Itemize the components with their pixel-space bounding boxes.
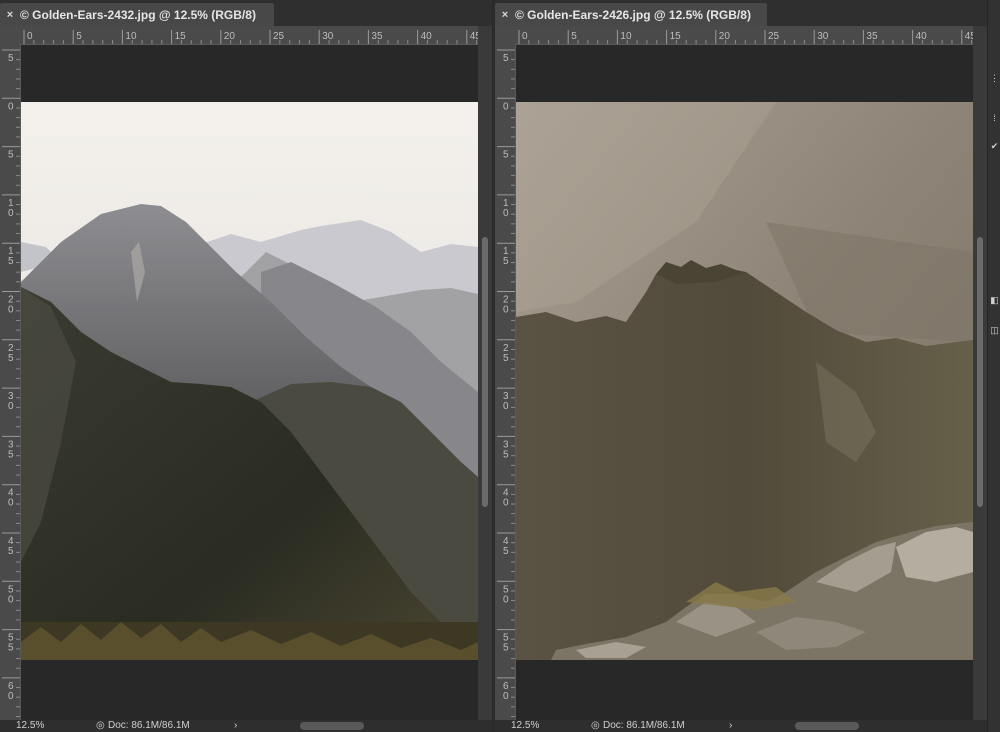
- ruler-left-label: 5: [8, 449, 14, 460]
- ruler-left-label: 0: [503, 498, 509, 509]
- close-tab-icon[interactable]: ×: [0, 9, 20, 21]
- vertical-ruler[interactable]: 5051015202530354045505560: [0, 44, 21, 720]
- ruler-left-label: 5: [8, 256, 14, 267]
- ruler-left-label: 5: [503, 353, 509, 364]
- document-canvas[interactable]: [21, 45, 478, 720]
- doc-info-icon[interactable]: ◎: [96, 720, 105, 732]
- vertical-scroll-thumb[interactable]: [977, 237, 983, 507]
- ruler-left-label: 0: [8, 594, 14, 605]
- ruler-top-label: 40: [916, 31, 928, 42]
- ruler-top-label: 35: [371, 31, 383, 42]
- ruler-left-label: 0: [8, 101, 14, 112]
- side-panel-dock: ⋮ ⁞ ✔ ◧ ◫: [987, 0, 1000, 732]
- document-tab-title: © Golden-Ears-2432.jpg @ 12.5% (RGB/8): [20, 7, 256, 22]
- ruler-left-label: 5: [8, 353, 14, 364]
- document-tab-golden-ears-2426[interactable]: × © Golden-Ears-2426.jpg @ 12.5% (RGB/8): [495, 3, 767, 26]
- ruler-left-label: 0: [503, 305, 509, 316]
- close-tab-icon[interactable]: ×: [495, 9, 515, 21]
- panel-options-icon[interactable]: ⋮: [990, 74, 999, 83]
- ruler-left-label: 5: [503, 643, 509, 654]
- ruler-top-label: 30: [322, 31, 334, 42]
- ruler-top-label: 25: [768, 31, 780, 42]
- ruler-left-label: 0: [8, 401, 14, 412]
- vertical-ruler[interactable]: 5051015202530354045505560: [495, 44, 516, 720]
- brush-icon[interactable]: ⁞: [990, 114, 999, 123]
- ruler-left-label: 5: [8, 546, 14, 557]
- vertical-scrollbar[interactable]: [479, 45, 491, 720]
- ruler-left-label: 0: [503, 401, 509, 412]
- ruler-left-label: 0: [503, 691, 509, 702]
- ruler-top-label: 20: [719, 31, 731, 42]
- doc-size: Doc: 86.1M/86.1M: [603, 720, 685, 731]
- ruler-top-label: 5: [76, 31, 82, 42]
- doc-size: Doc: 86.1M/86.1M: [108, 720, 190, 731]
- document-tab-title: © Golden-Ears-2426.jpg @ 12.5% (RGB/8): [515, 7, 751, 22]
- ruler-top-label: 40: [421, 31, 433, 42]
- ruler-top-label: 0: [27, 31, 33, 42]
- ruler-top-label: 0: [522, 31, 528, 42]
- status-bar: 12.5% ◎ Doc: 86.1M/86.1M ›: [0, 720, 492, 732]
- ruler-top-label: 20: [224, 31, 236, 42]
- ruler-origin[interactable]: [0, 26, 20, 44]
- ruler-left-label: 0: [8, 305, 14, 316]
- zoom-level[interactable]: 12.5%: [511, 720, 539, 732]
- zoom-level[interactable]: 12.5%: [16, 720, 44, 732]
- ruler-top-label: 5: [571, 31, 577, 42]
- horizontal-ruler[interactable]: 051015202530354045: [515, 26, 973, 45]
- ruler-left-label: 5: [503, 546, 509, 557]
- vertical-scroll-thumb[interactable]: [482, 237, 488, 507]
- document-window-left: × © Golden-Ears-2432.jpg @ 12.5% (RGB/8)…: [0, 0, 492, 732]
- ruler-top-label: 10: [125, 31, 137, 42]
- document-window-right: × © Golden-Ears-2426.jpg @ 12.5% (RGB/8)…: [495, 0, 987, 732]
- layers-icon[interactable]: ◧: [990, 296, 999, 305]
- ruler-top-label: 10: [620, 31, 632, 42]
- ruler-top-label: 35: [866, 31, 878, 42]
- channels-icon[interactable]: ◫: [990, 326, 999, 335]
- photo-golden-ears-2426: [516, 102, 973, 660]
- vertical-scrollbar[interactable]: [974, 45, 986, 720]
- horizontal-ruler[interactable]: 051015202530354045: [20, 26, 478, 45]
- document-canvas[interactable]: [516, 45, 973, 720]
- tab-bar: × © Golden-Ears-2432.jpg @ 12.5% (RGB/8): [0, 0, 492, 26]
- status-menu-arrow-icon[interactable]: ›: [729, 720, 732, 732]
- ruler-left-label: 0: [503, 208, 509, 219]
- ruler-origin[interactable]: [495, 26, 515, 44]
- ruler-left-label: 0: [503, 101, 509, 112]
- ruler-left-label: 5: [503, 150, 509, 161]
- ruler-left-label: 5: [8, 150, 14, 161]
- ruler-left-label: 5: [503, 256, 509, 267]
- doc-info-icon[interactable]: ◎: [591, 720, 600, 732]
- settings-icon[interactable]: ✔: [990, 142, 999, 151]
- tab-bar: × © Golden-Ears-2426.jpg @ 12.5% (RGB/8): [495, 0, 987, 26]
- ruler-top-label: 15: [175, 31, 187, 42]
- ruler-left-label: 0: [503, 594, 509, 605]
- ruler-left-label: 5: [8, 53, 14, 64]
- ruler-left-label: 0: [8, 498, 14, 509]
- ruler-left-label: 5: [503, 53, 509, 64]
- horizontal-scroll-thumb[interactable]: [300, 722, 364, 730]
- horizontal-scroll-thumb[interactable]: [795, 722, 859, 730]
- status-bar: 12.5% ◎ Doc: 86.1M/86.1M ›: [495, 720, 987, 732]
- ruler-top-label: 25: [273, 31, 285, 42]
- ruler-left-label: 5: [8, 643, 14, 654]
- photo-golden-ears-2432: [21, 102, 478, 660]
- ruler-left-label: 0: [8, 208, 14, 219]
- ruler-left-label: 5: [503, 449, 509, 460]
- status-menu-arrow-icon[interactable]: ›: [234, 720, 237, 732]
- document-tab-golden-ears-2432[interactable]: × © Golden-Ears-2432.jpg @ 12.5% (RGB/8): [0, 3, 274, 26]
- ruler-left-label: 0: [8, 691, 14, 702]
- ruler-top-label: 30: [817, 31, 829, 42]
- ruler-top-label: 15: [670, 31, 682, 42]
